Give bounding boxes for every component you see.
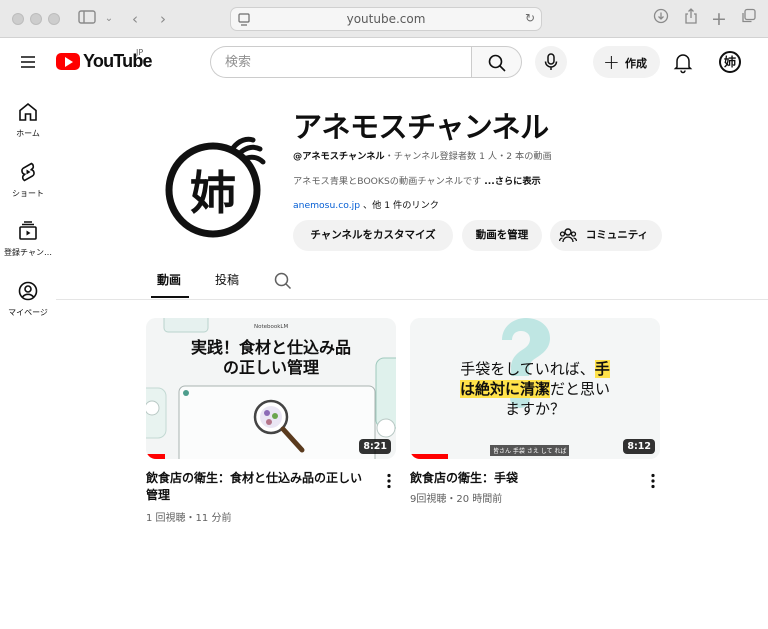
create-button[interactable]: + 作成 (593, 46, 660, 78)
subscriber-count: ・チャンネル登録者数 1 人・2 本の動画 (384, 151, 552, 162)
video-title-2[interactable]: 飲食店の衛生：手袋 (410, 470, 636, 487)
microphone-icon (544, 53, 558, 70)
channel-search-icon[interactable] (274, 272, 292, 290)
more-actions-icon[interactable] (382, 472, 396, 490)
thumb-highlight-2b: は絶対に清潔 (459, 380, 550, 398)
shorts-icon (21, 162, 35, 182)
thumbnail-text-1b: の正しい管理 (222, 358, 319, 377)
channel-avatar-glyph: 姉 (190, 166, 236, 220)
notifications-bell-icon[interactable] (671, 50, 695, 74)
guide-menu-icon[interactable] (14, 50, 42, 74)
guide-item-my-page[interactable]: マイページ (0, 279, 56, 318)
guide-label-home: ホーム (16, 129, 40, 138)
video-meta-1: 1 回視聴・11 分前 (146, 513, 232, 524)
customize-channel-button[interactable]: チャンネルをカスタマイズ (293, 220, 453, 251)
thumbnail-caption-2: 皆さん 手袋 さえ して れば (490, 445, 570, 456)
url-text: youtube.com (346, 12, 426, 26)
guide-item-subscriptions[interactable]: 登録チャン… (0, 219, 56, 258)
create-label: 作成 (625, 57, 647, 70)
channel-website-link[interactable]: anemosu.co.jp (293, 200, 360, 211)
share-icon[interactable] (680, 8, 702, 30)
community-button[interactable]: コミュニティ (550, 220, 662, 251)
subscriptions-icon (19, 221, 37, 240)
video-thumbnail-2[interactable]: 手袋をしていれば、手 は絶対に清潔だと思い ますか？ 皆さん 手袋 さえ して … (410, 318, 660, 459)
new-tab-icon[interactable]: + (708, 8, 730, 30)
close-window-button[interactable] (12, 13, 24, 25)
channel-name: アネモスチャンネル (293, 110, 549, 144)
tab-posts[interactable]: 投稿 (215, 271, 239, 288)
back-icon[interactable]: ‹ (124, 8, 146, 30)
thumbnail-text-2a: 手袋をしていれば、手 (410, 359, 660, 379)
thumb-text-2b2: だと思い (550, 380, 611, 398)
thumb-text-2a1: 手袋をしていれば、 (460, 360, 595, 378)
channel-avatar[interactable]: 姉 (163, 134, 269, 240)
voice-search-button[interactable] (535, 46, 567, 78)
my-page-icon (18, 281, 38, 301)
thumb-highlight-2a: 手 (594, 360, 610, 378)
video-duration: 8:12 (623, 439, 655, 454)
video-meta-2: 9回視聴・20 時間前 (410, 494, 503, 505)
video-title-1[interactable]: 飲食店の衛生：食材と仕込み品の正しい管理 (146, 470, 372, 504)
address-bar[interactable]: youtube.com ↻ (230, 7, 542, 31)
search-input[interactable] (210, 46, 472, 78)
community-icon (559, 228, 577, 243)
thumbnail-text-2c: ますか？ (504, 400, 565, 418)
reload-icon[interactable]: ↻ (525, 11, 535, 25)
search-icon (488, 54, 506, 72)
show-more-link[interactable]: ...さらに表示 (484, 176, 540, 187)
channel-description[interactable]: アネモス青果とBOOKSの動画チャンネルです ...さらに表示 (293, 173, 541, 187)
safari-window: ⌄ ‹ › youtube.com ↻ + YouTube JP 検索 + 作成… (0, 0, 768, 629)
downloads-icon[interactable] (650, 8, 672, 30)
sidebar-toggle-icon[interactable] (76, 8, 98, 30)
chevron-down-icon[interactable]: ⌄ (98, 8, 120, 30)
minimize-window-button[interactable] (30, 13, 42, 25)
youtube-play-icon (56, 53, 80, 70)
search-button[interactable] (471, 46, 522, 78)
tabs-divider (56, 299, 768, 300)
guide-label-my-page: マイページ (8, 308, 48, 317)
zoom-window-button[interactable] (48, 13, 60, 25)
channel-meta: @アネモスチャンネル・チャンネル登録者数 1 人・2 本の動画 (293, 148, 552, 162)
browser-toolbar: ⌄ ‹ › youtube.com ↻ + (0, 0, 768, 38)
guide-label-subscriptions: 登録チャン… (4, 248, 52, 257)
plus-icon: + (603, 50, 620, 74)
home-icon (19, 102, 37, 121)
thumbnail-text-2b: は絶対に清潔だと思い (410, 379, 660, 399)
account-avatar[interactable]: 姉 (719, 51, 741, 73)
region-code: JP (136, 48, 144, 57)
forward-icon[interactable]: › (152, 8, 174, 30)
guide-item-shorts[interactable]: ショート (0, 160, 56, 199)
active-tab-indicator (151, 296, 189, 298)
avatar-glyph: 姉 (723, 55, 736, 69)
channel-handle: @アネモスチャンネル (293, 151, 385, 162)
tab-videos[interactable]: 動画 (157, 271, 181, 288)
tab-overview-icon[interactable] (738, 8, 760, 30)
search-box (210, 46, 522, 78)
more-actions-icon[interactable] (646, 472, 660, 490)
guide-label-shorts: ショート (12, 189, 44, 198)
description-text: アネモス青果とBOOKSの動画チャンネルです (293, 176, 485, 187)
video-thumbnail-1[interactable]: NotebookLM 実践！食材と仕込み品 の正しい管理 8:21 (146, 318, 396, 459)
community-label: コミュニティ (585, 229, 649, 241)
channel-links[interactable]: anemosu.co.jp 、他 1 件のリンク (293, 197, 439, 211)
notebooklm-badge: NotebookLM (254, 324, 289, 330)
video-duration: 8:21 (359, 439, 391, 454)
manage-videos-button[interactable]: 動画を管理 (462, 220, 542, 251)
other-links-text[interactable]: 、他 1 件のリンク (360, 200, 439, 211)
guide-item-home[interactable]: ホーム (0, 100, 56, 139)
thumbnail-text-1a: 実践！食材と仕込み品 (190, 338, 351, 357)
